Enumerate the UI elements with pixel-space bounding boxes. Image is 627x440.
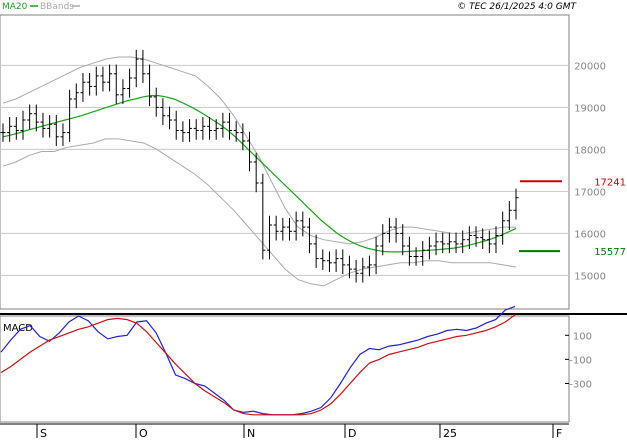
x-tick-label: N (247, 427, 255, 440)
price-panel (0, 14, 570, 310)
x-axis: S O N D 25 F (0, 423, 569, 440)
x-tick-label: F (556, 427, 562, 440)
chart-stage: 15000 16000 17000 18000 19000 20000 17241 1557… (0, 2, 627, 440)
copyright-notice: © TEC 26/1/2025 4:0 GMT (457, 2, 577, 12)
y-tick-label: -100 (569, 355, 592, 366)
bbands-legend-label: BBands (40, 2, 74, 12)
y-tick-label: 19000 (574, 103, 606, 114)
x-tick-label: 25 (443, 427, 457, 440)
y-tick-label: 100 (573, 331, 592, 342)
y-tick-label: 16000 (574, 229, 606, 240)
macd-panel (0, 315, 570, 423)
x-tick-label: O (139, 427, 148, 440)
y-tick-label: -300 (569, 379, 592, 390)
y-tick-label: 15000 (574, 271, 606, 282)
price-level-label: 15577 (594, 247, 626, 258)
price-level-label: 17241 (594, 177, 626, 188)
x-tick-label: S (40, 427, 47, 440)
x-tick-label: D (348, 427, 356, 440)
ma20-legend-label: MA20 (2, 2, 28, 12)
y-tick-label: 20000 (574, 61, 606, 72)
y-tick-label: 17000 (574, 187, 606, 198)
y-tick-label: 18000 (574, 145, 606, 156)
